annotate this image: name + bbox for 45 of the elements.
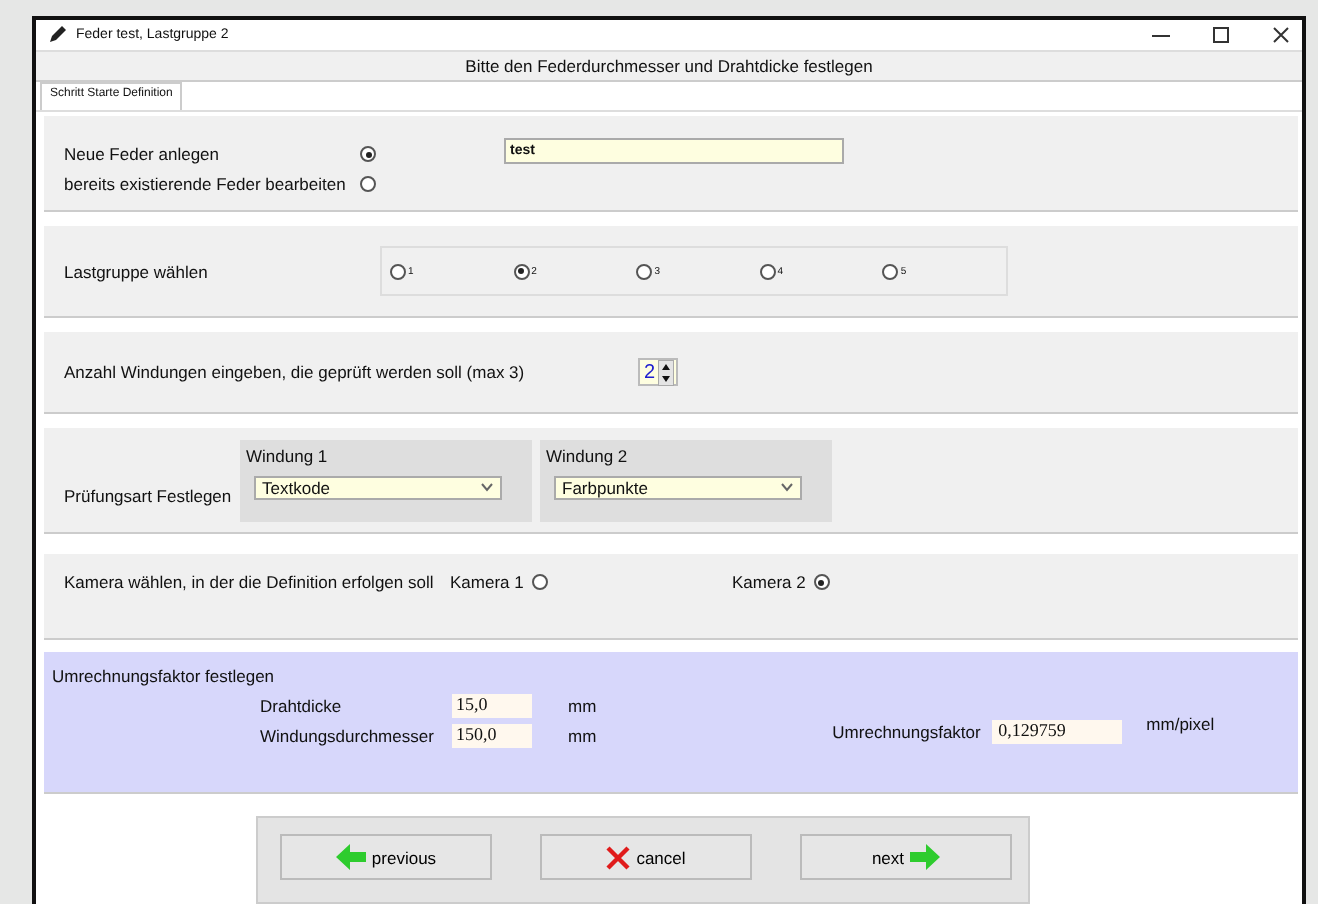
right-arrow-icon: [910, 844, 941, 870]
radio-button[interactable]: [531, 574, 548, 590]
maximize-icon[interactable]: [1212, 25, 1230, 44]
test-type-label: Prüfungsart Festlegen: [64, 486, 234, 506]
chevron-down-icon: [780, 482, 794, 492]
radio-button[interactable]: [513, 263, 530, 279]
dropdown[interactable]: Textkode: [254, 475, 502, 499]
radio-button[interactable]: [360, 146, 376, 162]
close-icon: [606, 845, 631, 869]
camera-label: Kamera 2: [732, 572, 806, 592]
radio-button[interactable]: [390, 263, 406, 279]
cancel-button[interactable]: cancel: [540, 834, 752, 880]
input-field[interactable]: 0,129759: [992, 719, 1123, 743]
previous-button[interactable]: previous: [280, 834, 492, 880]
field-label: Drahtdicke: [260, 696, 344, 716]
winding-title: Windung 2: [546, 445, 630, 465]
next-button[interactable]: next: [800, 834, 1012, 880]
pen-icon: [48, 24, 68, 45]
unit-label: mm/pixel: [1146, 713, 1215, 733]
field-label: Windungsdurchmesser: [260, 726, 436, 746]
option-label: bereits existierende Feder bearbeiten: [64, 174, 348, 194]
spin-arrows-icon[interactable]: [657, 359, 674, 385]
option-label: Neue Feder anlegen: [64, 144, 222, 164]
field-label: Umrechnungsfaktor: [832, 721, 983, 741]
number-spinner[interactable]: 2: [638, 358, 678, 386]
camera-label: Kamera 1: [450, 572, 524, 592]
load-group-label: Lastgruppe wählen: [64, 261, 210, 281]
left-arrow-icon: [335, 844, 366, 870]
input-field[interactable]: 15,0: [452, 694, 532, 718]
radio-button[interactable]: [759, 263, 776, 279]
radio-button[interactable]: [636, 263, 653, 279]
winding-title: Windung 1: [246, 445, 330, 465]
input-field[interactable]: 150,0: [452, 724, 532, 748]
section-title: Umrechnungsfaktor festlegen: [52, 666, 275, 686]
radio-button[interactable]: [813, 574, 830, 590]
windings-label: Anzahl Windungen eingeben, die geprüft werden soll (max 3): [64, 362, 527, 382]
close-icon[interactable]: [1272, 25, 1290, 44]
radio-button[interactable]: [360, 176, 376, 192]
chevron-down-icon: [480, 482, 494, 492]
unit-label: mm: [568, 726, 597, 746]
header-bar: Bitte den Federdurchmesser und Drahtdicke festlegen: [36, 49, 1302, 82]
dropdown[interactable]: Farbpunkte: [554, 475, 802, 499]
camera-label: Kamera wählen, in der die Definition erfolgen soll: [64, 572, 436, 592]
unit-label: mm: [568, 696, 597, 716]
radio-button[interactable]: [882, 263, 899, 279]
